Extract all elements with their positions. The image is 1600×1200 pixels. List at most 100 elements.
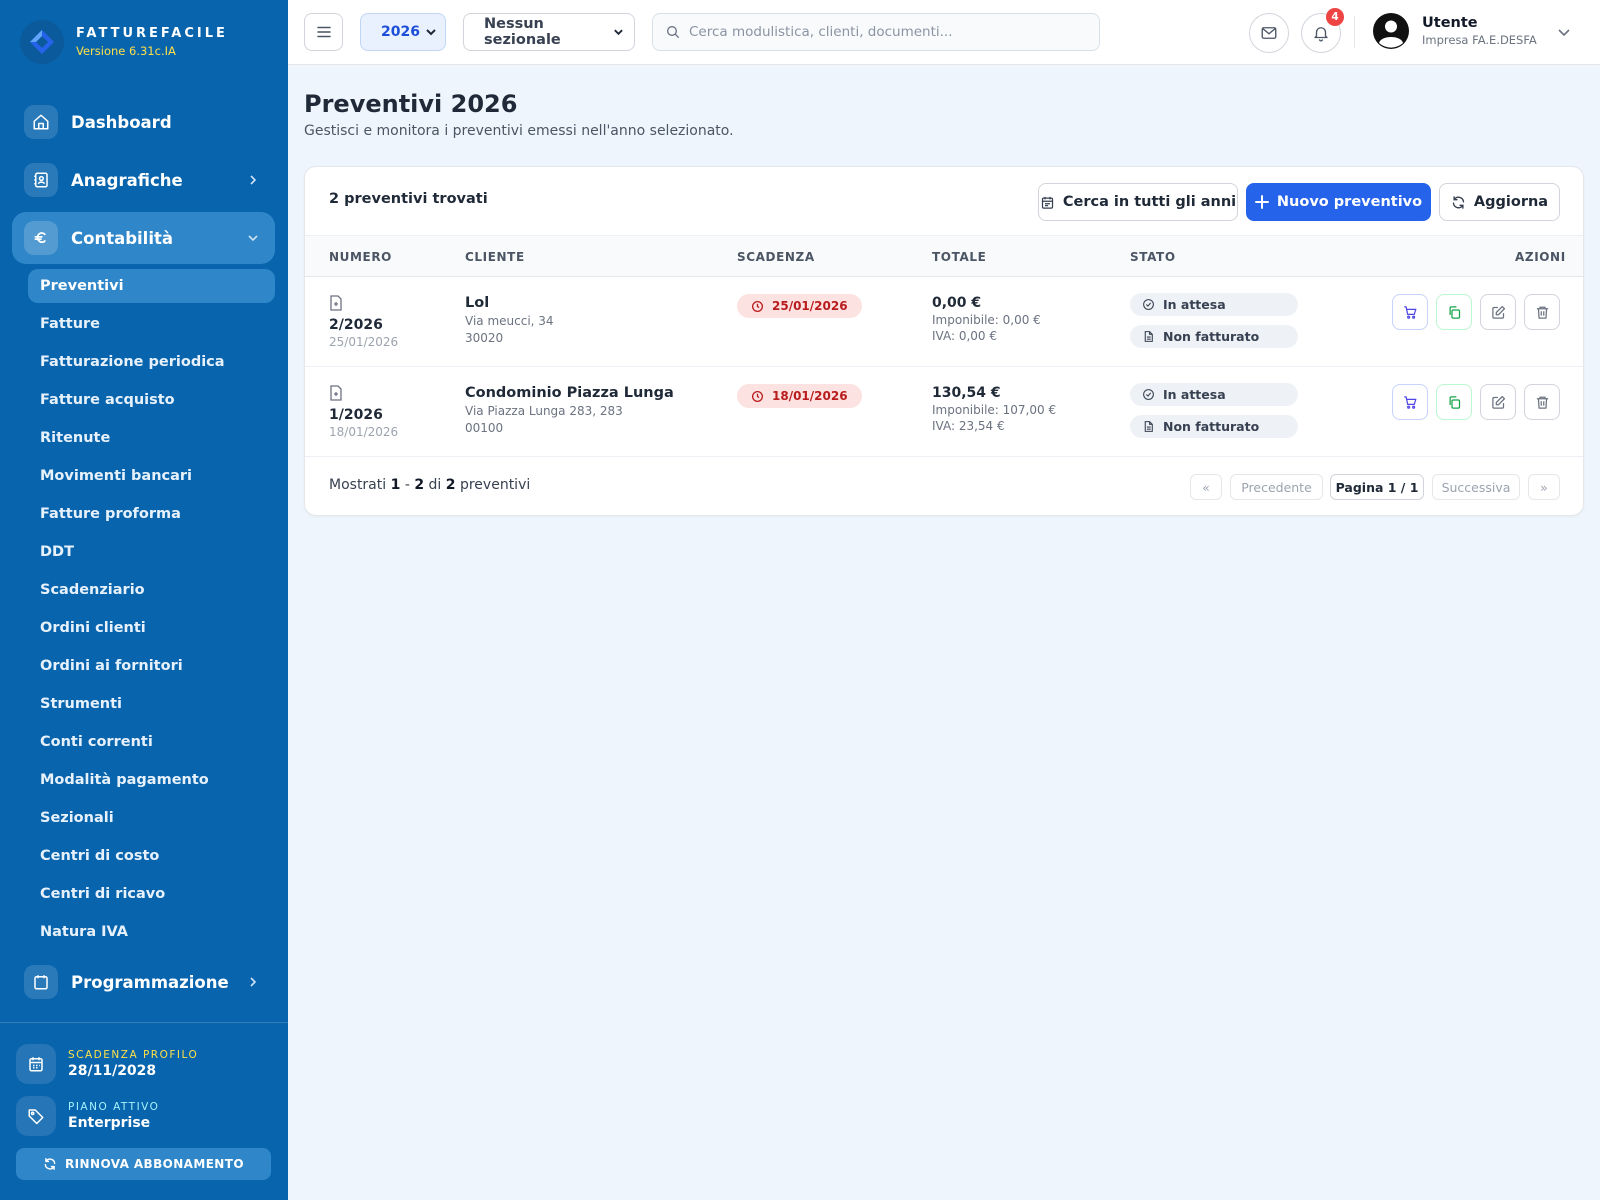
sidebar-item-ordini-fornitori[interactable]: Ordini ai fornitori: [28, 649, 275, 683]
sidebar-item-ordini-clienti[interactable]: Ordini clienti: [28, 611, 275, 645]
sezionale-select[interactable]: Nessun sezionale: [463, 13, 635, 51]
user-avatar-icon: [1372, 12, 1410, 50]
sidebar-item-modalita-pagamento[interactable]: Modalità pagamento: [28, 763, 275, 797]
profile-expiry-label: SCADENZA PROFILO: [68, 1049, 199, 1061]
delete-button[interactable]: [1524, 384, 1560, 420]
nav-anagrafiche[interactable]: Anagrafiche: [12, 154, 275, 206]
nav-contabilita[interactable]: Contabilità: [12, 212, 275, 264]
nav-programmazione-label: Programmazione: [71, 972, 229, 992]
convert-to-order-button[interactable]: [1392, 384, 1428, 420]
vat-amount: IVA: 0,00 €: [932, 329, 998, 343]
convert-to-order-button[interactable]: [1392, 294, 1428, 330]
user-company: Impresa FA.E.DESFA: [1422, 33, 1537, 47]
col-cliente[interactable]: CLIENTE: [465, 250, 525, 264]
client-address: Via Piazza Lunga 283, 283: [465, 404, 623, 418]
sidebar-item-centri-di-ricavo[interactable]: Centri di ricavo: [28, 877, 275, 911]
pagination-of: di: [428, 477, 442, 493]
search-all-years-button[interactable]: Cerca in tutti gli anni: [1038, 183, 1238, 221]
client-postal-code: 00100: [465, 421, 504, 435]
search-input[interactable]: [689, 24, 1089, 40]
preventivo-number[interactable]: 1/2026: [329, 407, 398, 423]
invoice-status-label: Non fatturato: [1163, 419, 1260, 434]
col-stato[interactable]: STATO: [1130, 250, 1176, 264]
table-row[interactable]: 2/2026 25/01/2026 Lol Via meucci, 34 300…: [305, 277, 1583, 367]
nav-dashboard-label: Dashboard: [71, 112, 172, 132]
delete-button[interactable]: [1524, 294, 1560, 330]
duplicate-button[interactable]: [1436, 384, 1472, 420]
col-scadenza[interactable]: SCADENZA: [737, 250, 815, 264]
col-totale[interactable]: TOTALE: [932, 250, 986, 264]
profile-expiry: SCADENZA PROFILO 28/11/2028: [16, 1044, 198, 1084]
pagination-from: 1: [390, 477, 401, 493]
year-select[interactable]: 2026: [360, 13, 446, 51]
nav-contabilita-label: Contabilità: [71, 228, 174, 248]
current-page-indicator: Pagina 1 / 1: [1330, 474, 1424, 500]
vat-amount: IVA: 23,54 €: [932, 419, 1005, 433]
page-title: Preventivi 2026: [304, 90, 518, 118]
client-name: Lol: [465, 295, 490, 311]
nav-dashboard[interactable]: Dashboard: [12, 96, 275, 148]
notifications-button[interactable]: 4: [1301, 8, 1344, 53]
cart-icon: [1403, 305, 1416, 319]
new-preventivo-button[interactable]: Nuovo preventivo: [1246, 183, 1431, 221]
sidebar-item-conti-correnti[interactable]: Conti correnti: [28, 725, 275, 759]
col-numero[interactable]: NUMERO: [329, 250, 392, 264]
pagination-suffix: preventivi: [459, 477, 531, 493]
table-row[interactable]: 1/2026 18/01/2026 Condominio Piazza Lung…: [305, 367, 1583, 457]
chevron-down-icon: [614, 29, 623, 36]
edit-button[interactable]: [1480, 384, 1516, 420]
topbar: 2026 Nessun sezionale 4 Utente Impresa F…: [288, 0, 1600, 65]
preventivo-number[interactable]: 2/2026: [329, 317, 398, 333]
next-page-button[interactable]: Successiva: [1432, 474, 1520, 500]
bell-icon: [1314, 27, 1328, 42]
sidebar-item-fatture[interactable]: Fatture: [28, 307, 275, 341]
sidebar-item-sezionali[interactable]: Sezionali: [28, 801, 275, 835]
edit-icon: [1491, 395, 1505, 409]
edit-button[interactable]: [1480, 294, 1516, 330]
sidebar-item-natura-iva[interactable]: Natura IVA: [28, 915, 275, 949]
nav-anagrafiche-label: Anagrafiche: [71, 170, 183, 190]
user-name: Utente: [1422, 15, 1478, 31]
first-page-button[interactable]: «: [1190, 474, 1222, 500]
sidebar-item-scadenziario[interactable]: Scadenziario: [28, 573, 275, 607]
sidebar-item-ritenute[interactable]: Ritenute: [28, 421, 275, 455]
duplicate-button[interactable]: [1436, 294, 1472, 330]
sidebar-item-movimenti-bancari[interactable]: Movimenti bancari: [28, 459, 275, 493]
refresh-button[interactable]: Aggiorna: [1439, 183, 1560, 221]
copy-icon: [1449, 305, 1460, 319]
previous-page-button[interactable]: Precedente: [1230, 474, 1323, 500]
user-menu[interactable]: Utente Impresa FA.E.DESFA: [1372, 12, 1537, 50]
chevron-right-icon: [247, 976, 259, 988]
global-search: [652, 13, 1100, 51]
topbar-separator: [1354, 16, 1355, 48]
sidebar-item-strumenti[interactable]: Strumenti: [28, 687, 275, 721]
taxable-amount: Imponibile: 0,00 €: [932, 313, 1041, 327]
status-badge: In attesa: [1130, 383, 1298, 406]
notifications-badge: 4: [1326, 8, 1344, 26]
sidebar-item-ddt[interactable]: DDT: [28, 535, 275, 569]
col-azioni: AZIONI: [1515, 250, 1566, 264]
chevron-down-icon[interactable]: [1556, 24, 1572, 44]
brand-logo-icon: [20, 20, 64, 64]
active-plan: PIANO ATTIVO Enterprise: [16, 1096, 159, 1136]
trash-icon: [1536, 306, 1548, 319]
client-postal-code: 30020: [465, 331, 504, 345]
pagination-shown-prefix: Mostrati: [329, 477, 387, 493]
preventivo-date: 25/01/2026: [329, 335, 399, 349]
page-subtitle: Gestisci e monitora i preventivi emessi …: [304, 123, 734, 139]
sidebar-item-centri-di-costo[interactable]: Centri di costo: [28, 839, 275, 873]
search-all-years-label: Cerca in tutti gli anni: [1062, 194, 1237, 210]
brand[interactable]: FATTUREFACILE Versione 6.31c.IA: [20, 20, 228, 64]
pagination-info: Mostrati 1 - 2 di 2 preventivi: [329, 477, 530, 493]
sidebar-item-fatturazione-periodica[interactable]: Fatturazione periodica: [28, 345, 275, 379]
renew-subscription-button[interactable]: RINNOVA ABBONAMENTO: [16, 1148, 271, 1180]
document-icon: [330, 295, 342, 311]
nav-programmazione[interactable]: Programmazione: [12, 956, 275, 1008]
menu-toggle-button[interactable]: [304, 13, 343, 51]
sidebar-item-preventivi[interactable]: Preventivi: [28, 269, 275, 303]
sidebar-item-fatture-proforma[interactable]: Fatture proforma: [28, 497, 275, 531]
sidebar-item-fatture-acquisto[interactable]: Fatture acquisto: [28, 383, 275, 417]
last-page-button[interactable]: »: [1528, 474, 1560, 500]
euro-icon: [24, 221, 58, 255]
messages-button[interactable]: [1249, 13, 1289, 53]
